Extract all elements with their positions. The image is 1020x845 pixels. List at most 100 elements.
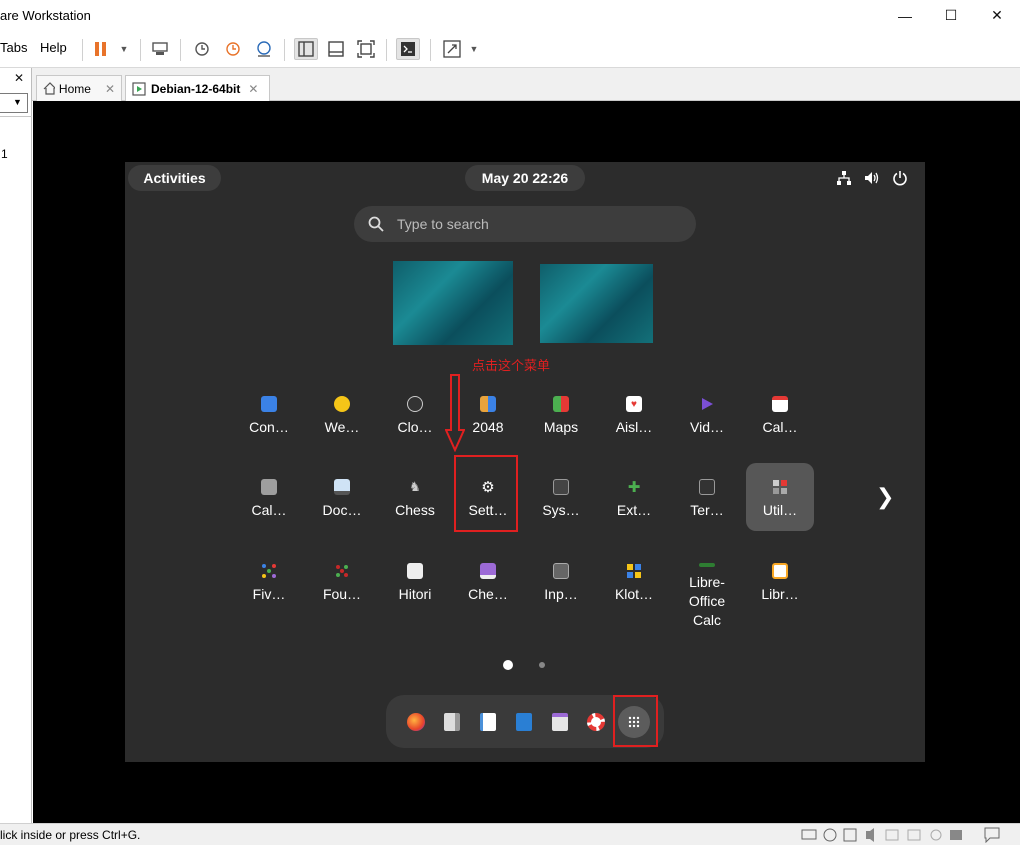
app-aisleriot[interactable]: ♥ Aisl… bbox=[601, 386, 667, 456]
app-2048[interactable]: 2048 bbox=[455, 386, 521, 456]
guest-desktop[interactable]: Activities May 20 22:26 Type to search 点… bbox=[125, 162, 925, 762]
window-titlebar: are Workstation — ☐ ✕ bbox=[0, 0, 1020, 31]
app-label: Util… bbox=[762, 502, 798, 518]
message-log-icon[interactable] bbox=[984, 827, 1000, 843]
close-window-button[interactable]: ✕ bbox=[974, 0, 1020, 31]
firefox-icon[interactable] bbox=[407, 713, 425, 731]
clock-button[interactable]: May 20 22:26 bbox=[465, 165, 585, 191]
power-dropdown-icon[interactable]: ▼ bbox=[112, 38, 136, 60]
app-label: Ext… bbox=[616, 502, 652, 518]
aisleriot-icon: ♥ bbox=[626, 396, 642, 412]
terminal-icon bbox=[699, 479, 715, 495]
power-icon[interactable] bbox=[890, 169, 910, 187]
app-label: Clo… bbox=[397, 419, 433, 435]
maximize-button[interactable]: ☐ bbox=[928, 0, 974, 31]
app-klotski[interactable]: Klot… bbox=[601, 553, 667, 623]
app-terminal[interactable]: Ter… bbox=[674, 469, 740, 539]
pause-vm-icon[interactable] bbox=[89, 38, 113, 60]
minimize-button[interactable]: — bbox=[882, 0, 928, 31]
app-clocks[interactable]: Clo… bbox=[382, 386, 448, 456]
2048-icon bbox=[480, 396, 496, 412]
maps-icon bbox=[553, 396, 569, 412]
page-indicator-active[interactable] bbox=[503, 660, 513, 670]
text-editor-icon[interactable] bbox=[480, 713, 496, 731]
activities-button[interactable]: Activities bbox=[128, 165, 221, 191]
toolbar-separator bbox=[180, 39, 181, 61]
show-library-icon[interactable] bbox=[294, 38, 318, 60]
app-hitori[interactable]: Hitori bbox=[382, 553, 448, 623]
page-indicator[interactable] bbox=[539, 662, 545, 668]
files-icon[interactable] bbox=[444, 713, 460, 731]
app-label: Doc… bbox=[322, 502, 362, 518]
calendar-icon bbox=[772, 396, 788, 412]
tab-home[interactable]: Home ✕ bbox=[36, 75, 122, 101]
menu-tabs[interactable]: Tabs bbox=[0, 40, 27, 55]
app-cheese[interactable]: Che… bbox=[455, 553, 521, 623]
search-icon bbox=[368, 216, 384, 232]
app-label: Libr… bbox=[761, 586, 799, 602]
library-search-dropdown[interactable]: ▼ bbox=[0, 93, 28, 113]
tab-label: Home bbox=[58, 81, 91, 96]
app-libreoffice-draw[interactable]: Libr… bbox=[747, 553, 813, 623]
workspace-thumbnail-2[interactable] bbox=[540, 264, 653, 343]
app-libreoffice-calc[interactable]: Libre-Office Calc bbox=[674, 553, 740, 628]
extensions-icon: ✚ bbox=[627, 479, 641, 496]
app-document-scanner[interactable]: Doc… bbox=[309, 469, 375, 539]
workspace-thumbnail-1[interactable] bbox=[393, 261, 513, 345]
app-input-method[interactable]: Inp… bbox=[528, 553, 594, 623]
revert-snapshot-icon[interactable] bbox=[221, 38, 245, 60]
hitori-icon bbox=[407, 563, 423, 579]
app-label: Hitori bbox=[398, 586, 432, 602]
toolbar-separator bbox=[430, 39, 431, 61]
utilities-folder-icon bbox=[772, 479, 788, 495]
snapshot-icon[interactable] bbox=[190, 38, 214, 60]
snapshot-manager-icon[interactable] bbox=[252, 38, 276, 60]
console-view-icon[interactable] bbox=[396, 38, 420, 60]
help-icon[interactable] bbox=[587, 713, 605, 731]
tab-close-icon[interactable]: ✕ bbox=[248, 82, 258, 96]
send-ctrl-alt-del-icon[interactable] bbox=[148, 38, 172, 60]
five-or-more-icon bbox=[261, 563, 277, 579]
library-tree-item[interactable]: 1 bbox=[1, 147, 8, 161]
app-chess[interactable]: ♞ Chess bbox=[382, 469, 448, 539]
tab-label: Debian-12-64bit bbox=[151, 81, 241, 96]
tab-close-icon[interactable]: ✕ bbox=[105, 82, 115, 96]
device-status-icons[interactable] bbox=[800, 827, 980, 843]
weather-icon bbox=[334, 396, 350, 412]
menu-help[interactable]: Help bbox=[40, 40, 67, 55]
fit-guest-icon[interactable] bbox=[354, 38, 378, 60]
app-label: Fiv… bbox=[252, 586, 286, 602]
app-label: Klot… bbox=[614, 586, 654, 602]
fullscreen-dropdown-icon[interactable]: ▼ bbox=[462, 38, 486, 60]
next-page-arrow-icon[interactable]: ❯ bbox=[876, 484, 894, 510]
klotski-icon bbox=[626, 563, 642, 579]
app-contacts[interactable]: Con… bbox=[236, 386, 302, 456]
app-five-or-more[interactable]: Fiv… bbox=[236, 553, 302, 623]
input-method-icon bbox=[553, 563, 569, 579]
app-maps[interactable]: Maps bbox=[528, 386, 594, 456]
app-label: Ter… bbox=[690, 502, 724, 518]
app-label: Chess bbox=[395, 502, 435, 518]
libreoffice-writer-icon[interactable] bbox=[516, 713, 532, 731]
window-title: are Workstation bbox=[0, 8, 91, 23]
tab-debian[interactable]: Debian-12-64bit ✕ bbox=[125, 75, 270, 101]
app-label: Sys… bbox=[542, 502, 580, 518]
app-calendar[interactable]: Cal… bbox=[747, 386, 813, 456]
network-icon[interactable] bbox=[834, 169, 854, 187]
app-four-in-a-row[interactable]: Fou… bbox=[309, 553, 375, 623]
volume-icon[interactable] bbox=[862, 169, 882, 187]
library-close-icon[interactable]: ✕ bbox=[14, 71, 24, 85]
app-label: Cal… bbox=[762, 419, 798, 435]
app-weather[interactable]: We… bbox=[309, 386, 375, 456]
app-system-monitor[interactable]: Sys… bbox=[528, 469, 594, 539]
software-icon[interactable] bbox=[552, 713, 568, 731]
app-extensions[interactable]: ✚ Ext… bbox=[601, 469, 667, 539]
thumbnail-bar-icon[interactable] bbox=[324, 38, 348, 60]
app-calculator[interactable]: Cal… bbox=[236, 469, 302, 539]
app-videos[interactable]: Vid… bbox=[674, 386, 740, 456]
app-utilities-folder[interactable]: Util… bbox=[746, 463, 814, 531]
fullscreen-icon[interactable] bbox=[440, 38, 464, 60]
highlight-box-show-apps bbox=[613, 695, 658, 747]
videos-icon bbox=[699, 396, 715, 412]
search-input[interactable]: Type to search bbox=[354, 206, 696, 242]
